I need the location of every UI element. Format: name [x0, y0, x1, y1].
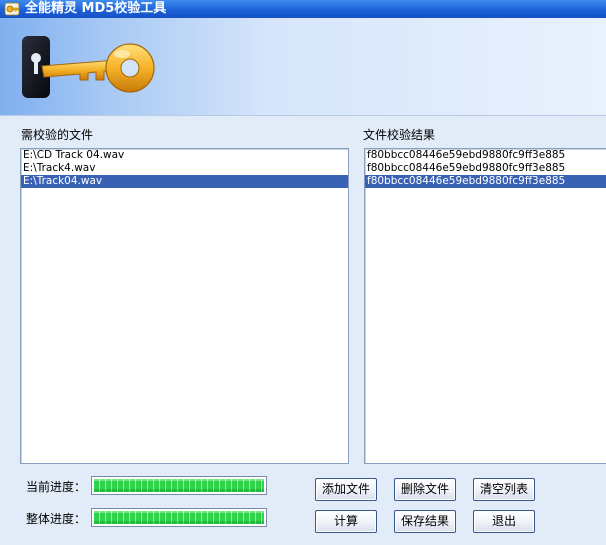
current-progress-label: 当前进度： [26, 480, 87, 494]
results-label: 文件校验结果 [363, 128, 436, 142]
list-item[interactable]: f80bbcc08446e59ebd9880fc9ff3e885 [365, 175, 606, 188]
overall-progress-fill [94, 511, 264, 524]
compute-button[interactable]: 计算 [315, 510, 377, 533]
title-bar: 全能精灵 MD5校验工具 [0, 0, 606, 18]
list-item[interactable]: E:\Track04.wav [21, 175, 348, 188]
delete-file-button[interactable]: 删除文件 [394, 478, 456, 501]
window-title: 全能精灵 MD5校验工具 [25, 1, 167, 16]
current-progress-bar [91, 476, 267, 495]
list-item[interactable]: f80bbcc08446e59ebd9880fc9ff3e885 [365, 162, 606, 175]
banner [0, 18, 606, 116]
exit-button[interactable]: 退出 [473, 510, 535, 533]
list-item[interactable]: E:\Track4.wav [21, 162, 348, 175]
overall-progress-bar [91, 508, 267, 527]
results-listbox[interactable]: f80bbcc08446e59ebd9880fc9ff3e885 f80bbcc0… [364, 148, 606, 464]
golden-key-icon [22, 36, 155, 98]
overall-progress-label: 整体进度： [26, 512, 87, 526]
add-file-button[interactable]: 添加文件 [315, 478, 377, 501]
key-app-icon [4, 2, 20, 16]
files-label: 需校验的文件 [21, 128, 94, 142]
list-item[interactable]: f80bbcc08446e59ebd9880fc9ff3e885 [365, 149, 606, 162]
clear-list-button[interactable]: 清空列表 [473, 478, 535, 501]
list-item[interactable]: E:\CD Track 04.wav [21, 149, 348, 162]
current-progress-fill [94, 479, 264, 492]
save-result-button[interactable]: 保存结果 [394, 510, 456, 533]
files-listbox[interactable]: E:\CD Track 04.wav E:\Track4.wav E:\Track0… [20, 148, 349, 464]
main-content: 需校验的文件 文件校验结果 E:\CD Track 04.wav E:\Track… [0, 116, 606, 545]
